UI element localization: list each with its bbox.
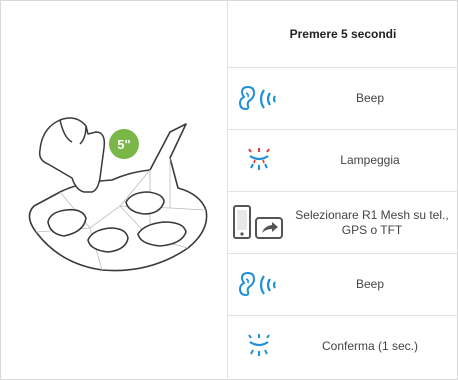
step-label: Beep bbox=[355, 277, 385, 291]
press-duration-badge-label: 5" bbox=[117, 137, 130, 152]
step-label: Conferma (1 sec.) bbox=[321, 339, 419, 353]
illustration-panel: 5" bbox=[0, 0, 227, 380]
device-button-top bbox=[125, 191, 165, 215]
pointing-hand bbox=[38, 117, 106, 193]
ear-sound-icon bbox=[234, 254, 288, 315]
step-row: Lampeggia bbox=[228, 130, 458, 192]
step-label: Lampeggia bbox=[340, 153, 400, 167]
step-row: Beep bbox=[228, 68, 458, 130]
step-label: Beep bbox=[355, 91, 385, 105]
led-flash-red-blue-icon bbox=[244, 130, 274, 191]
intercom-press-illustration: 5" bbox=[28, 117, 208, 272]
phone-screen-icon bbox=[232, 192, 288, 253]
led-flash-blue-icon bbox=[244, 316, 274, 377]
step-row: Selezionare R1 Mesh su tel., GPS o TFT bbox=[228, 192, 458, 254]
steps-header: Premere 5 secondi bbox=[228, 0, 458, 68]
steps-panel: Premere 5 secondi Beep Lampeggia Selezio… bbox=[228, 0, 458, 380]
step-row: Beep bbox=[228, 254, 458, 316]
ear-sound-icon bbox=[234, 68, 288, 129]
step-row: Conferma (1 sec.) bbox=[228, 316, 458, 377]
step-label: Selezionare R1 Mesh su tel., GPS o TFT bbox=[295, 207, 449, 237]
